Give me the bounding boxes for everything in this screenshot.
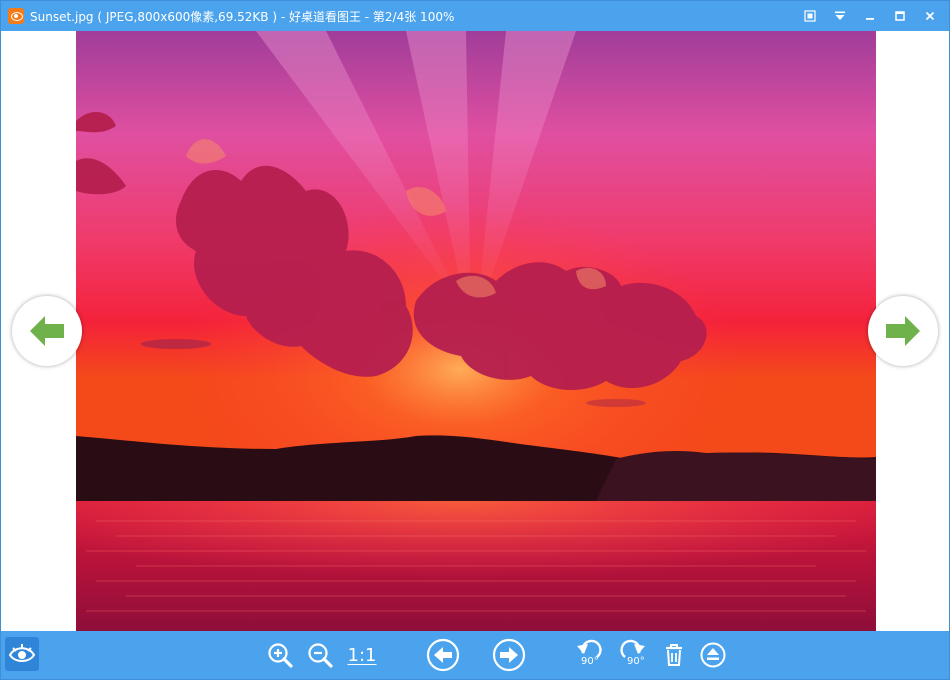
- zoom-out-icon: [308, 643, 333, 668]
- eject-button[interactable]: [699, 638, 727, 672]
- fullscreen-button[interactable]: [797, 5, 823, 27]
- window-controls: [797, 1, 943, 31]
- zoom-in-button[interactable]: [265, 638, 295, 672]
- close-icon: [925, 11, 935, 21]
- next-image-button[interactable]: [868, 296, 938, 366]
- next-image-toolbar-button[interactable]: [491, 638, 527, 672]
- next-image-icon: [492, 638, 526, 672]
- image-viewer-window: Sunset.jpg ( JPEG,800x600像素,69.52KB ) - …: [0, 0, 950, 680]
- close-button[interactable]: [917, 5, 943, 27]
- delete-icon: [666, 644, 682, 666]
- maximize-icon: [895, 11, 905, 21]
- rotate-right-degrees: 90°: [627, 656, 645, 667]
- window-title: Sunset.jpg ( JPEG,800x600像素,69.52KB ) - …: [30, 9, 455, 24]
- previous-image-toolbar-button[interactable]: [425, 638, 461, 672]
- actual-size-button[interactable]: 1:1: [347, 638, 377, 672]
- app-logo-icon: [8, 644, 36, 662]
- bottom-toolbar: 1:1 90° 90°: [1, 631, 949, 679]
- title-bar[interactable]: Sunset.jpg ( JPEG,800x600像素,69.52KB ) - …: [1, 1, 949, 31]
- rotate-left-button[interactable]: 90°: [575, 638, 605, 672]
- actual-size-label: 1:1: [347, 644, 377, 666]
- menu-dropdown-icon: [835, 11, 845, 20]
- menu-dropdown-button[interactable]: [827, 5, 853, 27]
- image-viewport[interactable]: [1, 31, 949, 631]
- minimize-icon: [866, 18, 874, 20]
- right-arrow-icon: [886, 316, 920, 346]
- previous-image-icon: [426, 638, 460, 672]
- delete-button[interactable]: [661, 638, 687, 672]
- sunset-photo: [76, 31, 876, 631]
- maximize-button[interactable]: [887, 5, 913, 27]
- left-arrow-icon: [30, 316, 64, 346]
- fullscreen-icon: [804, 10, 816, 22]
- app-logo-icon: [8, 8, 24, 24]
- minimize-button[interactable]: [857, 5, 883, 27]
- app-menu-button[interactable]: [5, 637, 39, 671]
- previous-image-button[interactable]: [12, 296, 82, 366]
- zoom-in-icon: [268, 643, 293, 668]
- eject-icon: [700, 642, 726, 668]
- rotate-left-degrees: 90°: [581, 656, 599, 667]
- rotate-right-button[interactable]: 90°: [617, 638, 647, 672]
- zoom-out-button[interactable]: [305, 638, 335, 672]
